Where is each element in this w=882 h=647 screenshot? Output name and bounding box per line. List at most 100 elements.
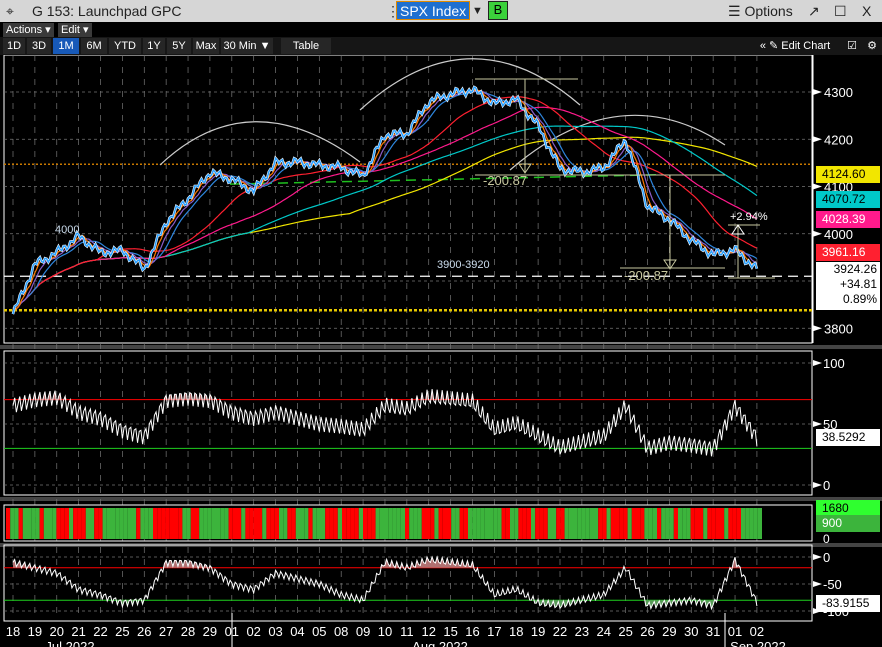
rsi-value-label: 38.5292 <box>816 429 880 446</box>
histogram-bar-up <box>400 508 405 539</box>
x-tick-label: 26 <box>137 624 151 639</box>
histogram-bar-down <box>333 508 338 539</box>
x-tick-label: 18 <box>509 624 523 639</box>
histogram-bar-up <box>102 508 107 539</box>
histogram-bar-up <box>316 508 321 539</box>
histogram-bar-up <box>27 508 32 539</box>
x-tick-label: 12 <box>421 624 435 639</box>
panel-divider <box>0 497 882 501</box>
drop-label: -200.87 <box>483 173 527 188</box>
histogram-bar-up <box>337 508 342 539</box>
histogram-bar-down <box>274 508 279 539</box>
histogram-bar-down <box>636 508 641 539</box>
histogram-bar-up <box>472 508 477 539</box>
tab-max[interactable]: Max <box>193 38 219 54</box>
histogram-bar-down <box>505 508 510 539</box>
y-tick-label: -50 <box>823 577 842 592</box>
histogram-bar-up <box>627 508 632 539</box>
histogram-bar-up <box>564 508 569 539</box>
ticker-input[interactable]: SPX Index <box>396 1 471 20</box>
histogram-bar-up <box>127 508 132 539</box>
histogram-bar-down <box>535 508 540 539</box>
histogram-bar-up <box>749 508 754 539</box>
tab-3d[interactable]: 3D <box>27 38 51 54</box>
edit-chart-button[interactable]: « ✎ Edit Chart <box>750 38 840 54</box>
histogram-bar-down <box>598 508 603 539</box>
histogram-bar-up <box>497 508 502 539</box>
histogram-bar-down <box>602 508 607 539</box>
x-tick-label: 15 <box>443 624 457 639</box>
histogram-bar-down <box>623 508 628 539</box>
histogram-bar-up <box>745 508 750 539</box>
x-tick-label: 25 <box>115 624 129 639</box>
histogram-bar-down <box>94 508 99 539</box>
histogram-bar-down <box>342 508 347 539</box>
histogram-bar-down <box>350 508 355 539</box>
histogram-bar-down <box>39 508 44 539</box>
tab-table[interactable]: Table <box>281 38 331 54</box>
histogram-bar-down <box>543 508 548 539</box>
checklist-icon[interactable]: ☑ <box>844 38 860 54</box>
histogram-bar-down <box>459 508 464 539</box>
histogram-bar-down <box>405 508 410 539</box>
histogram-bar-up <box>413 508 418 539</box>
ticker-dropdown-icon[interactable]: ▼ <box>472 5 483 17</box>
b-button[interactable]: B <box>488 1 508 20</box>
histogram-bar-up <box>220 508 225 539</box>
month-label: Aug 2022 <box>412 639 468 647</box>
y-tick-label: 100 <box>823 356 845 371</box>
options-button[interactable]: ☰ Options <box>728 3 793 20</box>
histogram-bar-down <box>195 508 200 539</box>
histogram-bar-down <box>699 508 704 539</box>
chart-area[interactable]: 3800400041004200430040003900-3920-200.87… <box>0 55 882 647</box>
histogram-bar-up <box>476 508 481 539</box>
histogram-bar-up <box>216 508 221 539</box>
histogram-bar-up <box>547 508 552 539</box>
histogram-bar-up <box>757 508 762 539</box>
histogram-bar-up <box>10 508 15 539</box>
histogram-bar-down <box>610 508 615 539</box>
histogram-bar-up <box>703 508 708 539</box>
close-button[interactable]: X <box>862 3 871 19</box>
x-tick-label: 16 <box>465 624 479 639</box>
maximize-button[interactable]: ☐ <box>834 3 847 20</box>
tab-30min[interactable]: 30 Min ▼ <box>221 38 273 54</box>
histogram-bar-up <box>203 508 208 539</box>
window-title: G 153: Launchpad GPC <box>32 3 182 19</box>
tab-5y[interactable]: 5Y <box>167 38 191 54</box>
histogram-bar-up <box>665 508 670 539</box>
histogram-bar-up <box>144 508 149 539</box>
x-tick-label: 28 <box>181 624 195 639</box>
histogram-bar-down <box>253 508 258 539</box>
histogram-bar-up <box>493 508 498 539</box>
williams-value-label: -83.9155 <box>816 595 880 612</box>
histogram-bar-up <box>514 508 519 539</box>
histogram-bar-down <box>728 508 733 539</box>
histogram-bar-up <box>753 508 758 539</box>
histogram-bar-up <box>455 508 460 539</box>
histogram-bar-up <box>43 508 48 539</box>
menu-icon: ☰ <box>728 3 745 19</box>
title-bar: ⌖ G 153: Launchpad GPC ⋮ SPX Index ▼ B ☰… <box>0 0 882 22</box>
histogram-bar-down <box>501 508 506 539</box>
histogram-bar-up <box>119 508 124 539</box>
x-tick-label: 03 <box>268 624 282 639</box>
histogram-bar-down <box>371 508 376 539</box>
x-tick-label: 19 <box>28 624 42 639</box>
tab-ytd[interactable]: YTD <box>109 38 141 54</box>
x-tick-label: 30 <box>684 624 698 639</box>
tab-6m[interactable]: 6M <box>81 38 107 54</box>
tab-1m[interactable]: 1M <box>53 38 79 54</box>
settings-icon[interactable]: ⚙ <box>864 38 880 54</box>
tab-1y[interactable]: 1Y <box>143 38 165 54</box>
edit-menu[interactable]: Edit ▾ <box>58 23 92 37</box>
crosshair-icon[interactable]: ⌖ <box>6 3 14 20</box>
y-tick-label: 3800 <box>824 321 853 336</box>
histogram-bar-down <box>363 508 368 539</box>
tab-1d[interactable]: 1D <box>3 38 25 54</box>
histogram-bar-up <box>384 508 389 539</box>
popout-button[interactable]: ↗ <box>808 3 820 20</box>
histogram-bar-down <box>174 508 179 539</box>
actions-menu[interactable]: Actions ▾ <box>3 23 54 37</box>
histogram-bar-up <box>434 508 439 539</box>
